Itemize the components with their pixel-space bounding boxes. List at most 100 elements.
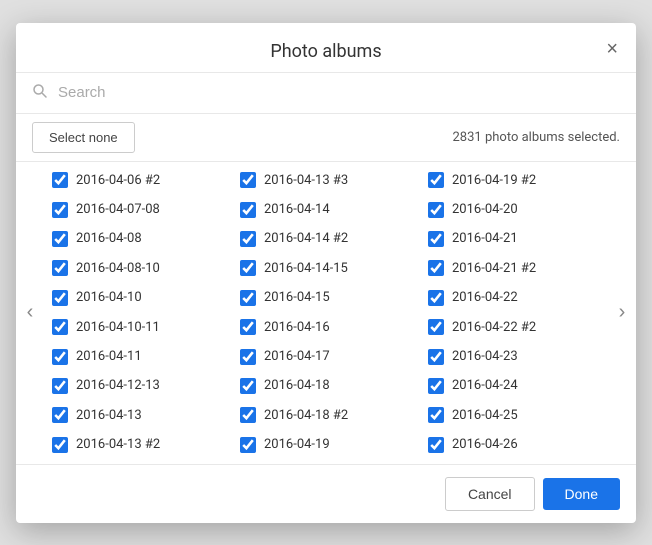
list-item[interactable]: 2016-04-16	[232, 312, 420, 341]
list-item[interactable]: 2016-04-11	[44, 342, 232, 371]
album-label: 2016-04-18 #2	[264, 408, 348, 423]
close-button[interactable]: ×	[600, 35, 624, 63]
list-item[interactable]: 2016-04-08	[44, 224, 232, 253]
album-checkbox[interactable]	[240, 260, 256, 276]
album-label: 2016-04-17	[264, 349, 330, 364]
album-checkbox[interactable]	[428, 319, 444, 335]
album-label: 2016-04-12-13	[76, 378, 160, 393]
photo-albums-dialog: Photo albums × Select none 2831 photo al…	[16, 23, 636, 523]
album-checkbox[interactable]	[52, 260, 68, 276]
dialog-footer: Cancel Done	[16, 464, 636, 523]
list-item[interactable]: 2016-04-22 #2	[420, 312, 608, 341]
list-item[interactable]: 2016-04-08-10	[44, 254, 232, 283]
album-label: 2016-04-22 #2	[452, 320, 536, 335]
album-label: 2016-04-08	[76, 231, 142, 246]
album-checkbox[interactable]	[52, 319, 68, 335]
album-label: 2016-04-13 #2	[76, 437, 160, 452]
album-label: 2016-04-08-10	[76, 261, 160, 276]
album-checkbox[interactable]	[52, 407, 68, 423]
album-label: 2016-04-25	[452, 408, 518, 423]
album-checkbox[interactable]	[240, 407, 256, 423]
album-label: 2016-04-07-08	[76, 202, 160, 217]
album-label: 2016-04-15	[264, 290, 330, 305]
album-label: 2016-04-19 #2	[452, 173, 536, 188]
cancel-button[interactable]: Cancel	[445, 477, 535, 511]
list-item[interactable]: 2016-04-13 #3	[232, 166, 420, 195]
list-item[interactable]: 2016-04-17	[232, 342, 420, 371]
list-item[interactable]: 2016-04-13	[44, 401, 232, 430]
album-label: 2016-04-10-11	[76, 320, 160, 335]
list-item[interactable]: 2016-04-06 #2	[44, 166, 232, 195]
album-checkbox[interactable]	[52, 437, 68, 453]
list-item[interactable]: 2016-04-12-13	[44, 371, 232, 400]
album-checkbox[interactable]	[428, 202, 444, 218]
albums-area: ‹ 2016-04-06 #2 2016-04-13 #3 2016-04-19 #…	[16, 162, 636, 464]
list-item[interactable]: 2016-04-14	[232, 195, 420, 224]
search-input[interactable]	[58, 84, 620, 101]
album-checkbox[interactable]	[240, 290, 256, 306]
dialog-header: Photo albums ×	[16, 23, 636, 73]
list-item[interactable]: 2016-04-07-08	[44, 195, 232, 224]
album-label: 2016-04-21 #2	[452, 261, 536, 276]
list-item[interactable]: 2016-04-23	[420, 342, 608, 371]
list-item[interactable]: 2016-04-19	[232, 430, 420, 459]
search-bar	[16, 73, 636, 114]
list-item[interactable]: 2016-04-14-15	[232, 254, 420, 283]
album-label: 2016-04-14	[264, 202, 330, 217]
list-item[interactable]: 2016-04-10	[44, 283, 232, 312]
prev-arrow-button[interactable]: ‹	[16, 162, 44, 464]
album-checkbox[interactable]	[52, 290, 68, 306]
album-checkbox[interactable]	[240, 231, 256, 247]
select-none-button[interactable]: Select none	[32, 122, 135, 153]
album-checkbox[interactable]	[240, 349, 256, 365]
album-checkbox[interactable]	[428, 260, 444, 276]
list-item[interactable]: 2016-04-22	[420, 283, 608, 312]
album-label: 2016-04-18	[264, 378, 330, 393]
list-item[interactable]: 2016-04-14 #2	[232, 224, 420, 253]
album-checkbox[interactable]	[52, 378, 68, 394]
list-item[interactable]: 2016-04-18	[232, 371, 420, 400]
album-checkbox[interactable]	[240, 172, 256, 188]
album-checkbox[interactable]	[52, 231, 68, 247]
album-checkbox[interactable]	[240, 202, 256, 218]
list-item[interactable]: 2016-04-20	[420, 195, 608, 224]
toolbar: Select none 2831 photo albums selected.	[16, 114, 636, 162]
list-item[interactable]: 2016-04-13 #2	[44, 430, 232, 459]
list-item[interactable]: 2016-04-24	[420, 371, 608, 400]
list-item[interactable]: 2016-04-10-11	[44, 312, 232, 341]
album-checkbox[interactable]	[428, 437, 444, 453]
selected-count-label: 2831 photo albums selected.	[453, 130, 621, 145]
list-item[interactable]: 2016-04-26	[420, 430, 608, 459]
list-item[interactable]: 2016-04-15	[232, 283, 420, 312]
album-checkbox[interactable]	[428, 378, 444, 394]
list-item[interactable]: 2016-04-18 #2	[232, 401, 420, 430]
dialog-title: Photo albums	[270, 41, 381, 62]
album-checkbox[interactable]	[52, 172, 68, 188]
list-item[interactable]: 2016-04-21 #2	[420, 254, 608, 283]
album-label: 2016-04-13	[76, 408, 142, 423]
album-checkbox[interactable]	[428, 172, 444, 188]
album-checkbox[interactable]	[240, 378, 256, 394]
list-item[interactable]: 2016-04-21	[420, 224, 608, 253]
album-checkbox[interactable]	[52, 202, 68, 218]
album-checkbox[interactable]	[240, 319, 256, 335]
album-checkbox[interactable]	[428, 290, 444, 306]
list-item[interactable]: 2016-04-25	[420, 401, 608, 430]
list-item[interactable]: 2016-04-19 #2	[420, 166, 608, 195]
album-label: 2016-04-16	[264, 320, 330, 335]
search-icon	[32, 83, 48, 103]
album-checkbox[interactable]	[52, 349, 68, 365]
album-label: 2016-04-06 #2	[76, 173, 160, 188]
album-label: 2016-04-26	[452, 437, 518, 452]
album-label: 2016-04-13 #3	[264, 173, 348, 188]
album-checkbox[interactable]	[428, 231, 444, 247]
album-checkbox[interactable]	[428, 349, 444, 365]
done-button[interactable]: Done	[543, 478, 620, 510]
album-checkbox[interactable]	[240, 437, 256, 453]
next-arrow-button[interactable]: ›	[608, 162, 636, 464]
album-label: 2016-04-14-15	[264, 261, 348, 276]
album-checkbox[interactable]	[428, 407, 444, 423]
album-label: 2016-04-11	[76, 349, 142, 364]
album-label: 2016-04-10	[76, 290, 142, 305]
album-label: 2016-04-23	[452, 349, 518, 364]
